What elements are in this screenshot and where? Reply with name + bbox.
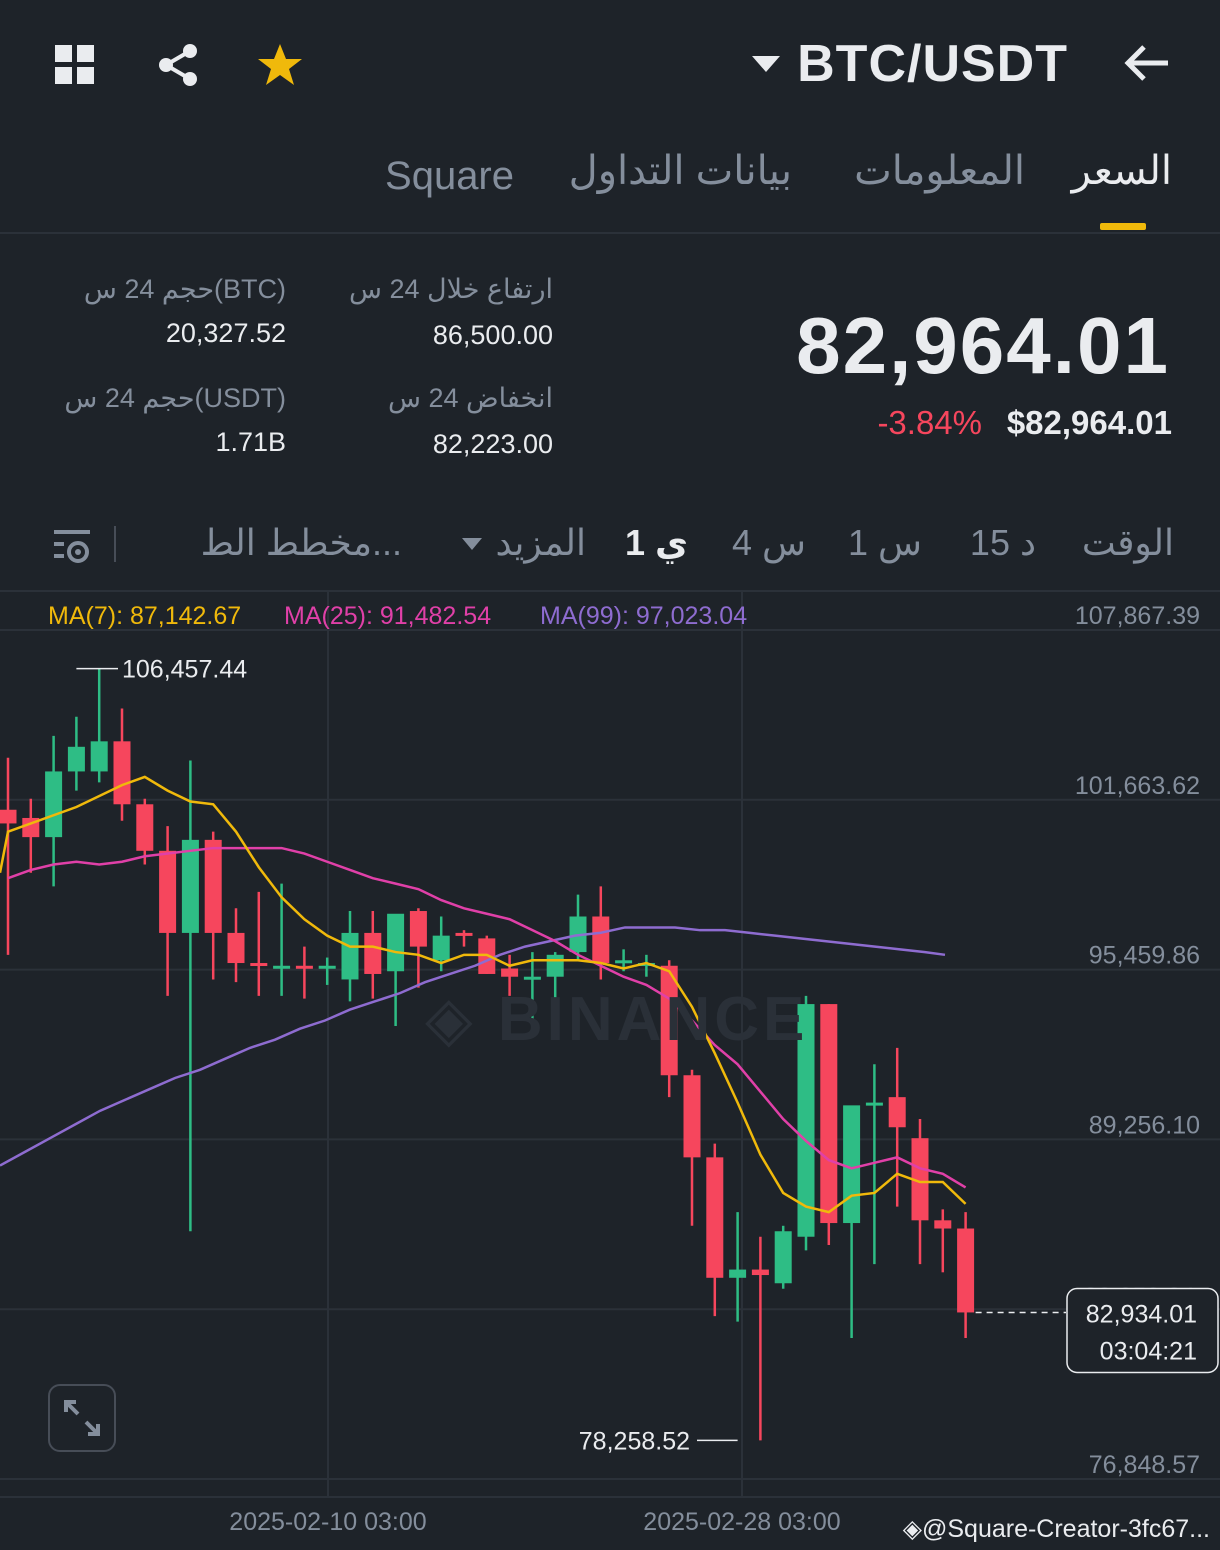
divider	[114, 526, 116, 562]
candle-body	[295, 965, 313, 969]
candle-body	[957, 1228, 975, 1313]
depth-chart-tab[interactable]: مخطط الط...	[201, 522, 402, 564]
caret-down-icon[interactable]	[752, 56, 780, 72]
y-tick-label: 89,256.10	[1089, 1111, 1200, 1139]
candle-body	[934, 1220, 952, 1229]
candle-body	[615, 960, 633, 964]
candle-body	[273, 965, 291, 969]
vol-btc-label: حجم 24 س(BTC)	[83, 274, 286, 304]
y-tick-label: 95,459.86	[1089, 942, 1200, 970]
candle-body	[820, 1004, 838, 1224]
candle-body	[387, 913, 405, 972]
vol-btc-value: 20,327.52	[165, 318, 286, 348]
tab-trading-data[interactable]: بيانات التداول	[569, 148, 792, 194]
candle-body	[888, 1097, 906, 1128]
candle-body	[774, 1231, 792, 1284]
tab-info[interactable]: المعلومات	[854, 148, 1025, 194]
candle-body	[227, 932, 245, 964]
candle-body	[159, 850, 177, 933]
candle-body	[455, 932, 473, 936]
ma7-label: MA(7): 87,142.67	[48, 602, 242, 630]
interval-1d[interactable]: 1 ي	[625, 522, 688, 564]
candle-body	[592, 916, 610, 964]
interval-more[interactable]: المزيد	[495, 522, 586, 564]
header-bar: BTC/USDT	[0, 0, 1220, 130]
candlestick-chart[interactable]: 107,867.39 101,663.62 95,459.86 89,256.10 76…	[0, 592, 1220, 1550]
high-24h-value: 86,500.00	[432, 320, 553, 350]
current-price-label: 82,934.01	[1086, 1300, 1197, 1328]
tab-square[interactable]: Square	[385, 154, 514, 199]
pair-title[interactable]: BTC/USDT	[797, 34, 1068, 94]
candle-countdown: 03:04:21	[1100, 1337, 1197, 1365]
candle-body	[865, 1102, 883, 1106]
ma99-label: MA(99): 97,023.04	[540, 602, 748, 630]
candle-body	[751, 1269, 769, 1276]
share-icon[interactable]	[154, 40, 204, 90]
candle-body	[90, 741, 108, 772]
vol-usdt-value: 1.71B	[215, 427, 286, 457]
candle-body	[432, 935, 450, 961]
candle-body	[364, 932, 382, 974]
interval-4h[interactable]: 4 س	[732, 522, 806, 564]
candle-body	[523, 976, 541, 980]
candle-body	[501, 968, 519, 977]
x-tick-label: 2025-02-10 03:00	[229, 1508, 426, 1536]
min-price-label: 78,258.52	[579, 1427, 690, 1455]
tab-price[interactable]: السعر	[1072, 148, 1172, 194]
interval-1h[interactable]: 1 س	[848, 522, 922, 564]
interval-time-label[interactable]: الوقت	[1082, 522, 1174, 564]
x-tick-label: 2025-02-28 03:00	[643, 1508, 840, 1536]
candle-body	[45, 771, 63, 838]
y-tick-label: 107,867.39	[1075, 602, 1200, 630]
candle-body	[250, 963, 268, 967]
back-arrow-icon[interactable]	[1122, 38, 1172, 88]
creator-credit: ◈@Square-Creator-3fc67...	[902, 1515, 1210, 1543]
candle-body	[318, 965, 336, 969]
more-caret-icon	[462, 538, 482, 550]
active-tab-indicator	[1100, 223, 1146, 230]
last-price: 82,964.01	[796, 301, 1170, 390]
chart-settings-icon[interactable]	[52, 526, 92, 566]
candle-body	[683, 1075, 701, 1158]
tab-bar: السعر المعلومات بيانات التداول Square	[0, 130, 1220, 234]
y-tick-label: 101,663.62	[1075, 772, 1200, 800]
interval-15m[interactable]: 15 د	[970, 522, 1036, 564]
ma25-label: MA(25): 91,482.54	[284, 602, 492, 630]
price-change: -3.84%	[877, 404, 982, 441]
candle-body	[546, 954, 564, 977]
candle-body	[843, 1105, 861, 1224]
vol-usdt-label: حجم 24 س(USDT)	[64, 383, 286, 413]
max-price-label: 106,457.44	[122, 656, 247, 684]
candle-body	[0, 809, 17, 824]
low-24h-value: 82,223.00	[432, 429, 553, 459]
star-icon[interactable]	[255, 40, 305, 90]
candle-body	[729, 1269, 747, 1278]
y-tick-label: 76,848.57	[1089, 1451, 1200, 1479]
binance-watermark: ◈ BINANCE	[425, 985, 809, 1054]
candle-body	[113, 741, 131, 805]
candle-body	[136, 804, 154, 851]
usd-price: $82,964.01	[1006, 404, 1172, 441]
high-24h-label: ارتفاع خلال 24 س	[349, 274, 553, 304]
chart-canvas[interactable]: 107,867.39 101,663.62 95,459.86 89,256.10 76…	[0, 592, 1220, 1550]
low-24h-label: انخفاض 24 س	[388, 383, 553, 413]
expand-icon[interactable]	[48, 1384, 116, 1452]
candle-body	[706, 1157, 724, 1278]
candle-body	[67, 746, 85, 772]
candle-body	[341, 932, 359, 980]
grid-icon[interactable]	[50, 40, 100, 90]
candle-body	[409, 911, 427, 947]
candle-body	[181, 839, 199, 933]
interval-bar: الوقت 15 د 1 س 4 س 1 ي المزيد مخطط الط..…	[0, 500, 1220, 592]
candle-body	[204, 839, 222, 933]
